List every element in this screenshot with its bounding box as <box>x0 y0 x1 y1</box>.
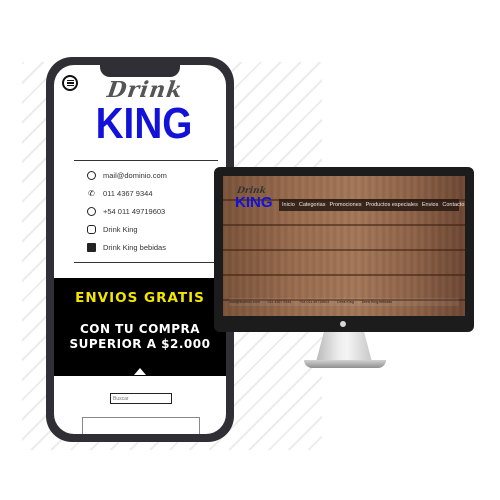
whatsapp-icon <box>87 206 96 216</box>
content-box <box>82 417 200 434</box>
contact-email-text: mail@dominio.com <box>103 170 167 180</box>
desktop-footer-facebook[interactable]: Drink King bebidas <box>362 300 392 304</box>
phone-screen: Drink KING mail@dominio.com ✆ 011 4367 9… <box>54 65 226 434</box>
contact-phone-text: 011 4367 9344 <box>103 188 153 198</box>
promo-banner: ENVIOS GRATIS CON TU COMPRA SUPERIOR A $… <box>54 278 226 376</box>
desktop-footer-phone[interactable]: 011 4367 9344 <box>268 300 292 304</box>
monitor-base <box>304 360 386 368</box>
phone-notch <box>100 65 180 77</box>
nav-item-promociones[interactable]: Promociones <box>329 202 361 208</box>
mail-icon <box>87 170 96 180</box>
nav-item-envios[interactable]: Envios <box>422 202 439 208</box>
monitor-stand <box>316 332 372 362</box>
desktop-screen: Drink KING Inicio Categorias Promociones… <box>223 176 465 316</box>
nav-item-productos-especiales[interactable]: Productos especiales <box>366 202 418 208</box>
contact-whatsapp[interactable]: +54 011 49719603 <box>74 202 218 220</box>
promo-title: ENVIOS GRATIS <box>75 290 205 306</box>
facebook-icon: f <box>87 242 96 252</box>
hamburger-menu-icon[interactable] <box>62 75 78 91</box>
promo-line-2: SUPERIOR A $2.000 <box>69 337 211 351</box>
contact-phone[interactable]: ✆ 011 4367 9344 <box>74 184 218 202</box>
desktop-footer-contact: mail@dominio.com 011 4367 9344 +54 011 4… <box>229 298 459 306</box>
instagram-icon <box>87 224 96 234</box>
desktop-footer-instagram[interactable]: Drink King <box>337 300 354 304</box>
contact-facebook-text: Drink King bebidas <box>103 242 166 252</box>
desktop-footer-whatsapp[interactable]: +54 011 49719603 <box>299 300 329 304</box>
desktop-nav-bar: Inicio Categorias Promociones Productos … <box>279 199 464 211</box>
nav-item-categorias[interactable]: Categorias <box>299 202 326 208</box>
contact-whatsapp-text: +54 011 49719603 <box>103 206 166 216</box>
desktop-logo-king[interactable]: KING <box>235 194 273 211</box>
contact-email[interactable]: mail@dominio.com <box>74 166 218 184</box>
contact-instagram[interactable]: Drink King <box>74 220 218 238</box>
promo-arrow-notch <box>134 368 146 375</box>
phone-mockup: Drink KING mail@dominio.com ✆ 011 4367 9… <box>46 57 234 442</box>
nav-item-contacto[interactable]: Contacto <box>442 202 464 208</box>
contact-facebook[interactable]: f Drink King bebidas <box>74 238 218 256</box>
search-input[interactable] <box>110 393 172 404</box>
desktop-monitor: Drink KING Inicio Categorias Promociones… <box>214 167 474 332</box>
desktop-footer-email[interactable]: mail@dominio.com <box>229 300 260 304</box>
contact-instagram-text: Drink King <box>103 224 138 234</box>
phone-icon: ✆ <box>88 188 95 198</box>
contact-list: mail@dominio.com ✆ 011 4367 9344 +54 011… <box>74 160 218 263</box>
logo-king-text[interactable]: KING <box>82 99 205 149</box>
promo-line-1: CON TU COMPRA <box>79 322 201 336</box>
apple-logo-icon <box>340 321 346 327</box>
nav-item-inicio[interactable]: Inicio <box>282 202 295 208</box>
